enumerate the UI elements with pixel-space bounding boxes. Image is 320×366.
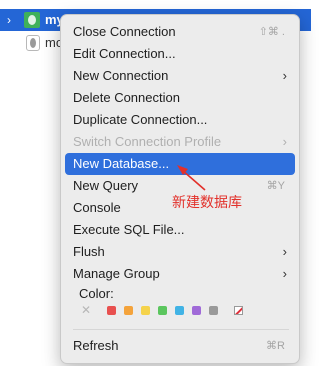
menu-item-switch-connection-profile: Switch Connection Profile › [65,131,295,153]
menu-item-label: New Query [73,178,139,193]
menu-item-label: New Database... [73,156,170,171]
menu-item-new-connection[interactable]: New Connection › [65,65,295,87]
submenu-arrow-icon: › [282,134,287,149]
color-swatch-green[interactable] [158,306,167,315]
context-menu: Close Connection ⇧⌘ . Edit Connection...… [60,14,300,364]
custom-color-icon[interactable] [234,306,243,315]
color-swatch-grey[interactable] [209,306,218,315]
submenu-arrow-icon: › [282,68,287,83]
menu-item-manage-group[interactable]: Manage Group › [65,263,295,285]
menu-item-label: Delete Connection [73,90,180,105]
color-swatch-yellow[interactable] [141,306,150,315]
menu-item-label: Edit Connection... [73,46,176,61]
menu-item-label: New Connection [73,68,169,83]
menu-item-delete-connection[interactable]: Delete Connection [65,87,295,109]
menu-item-duplicate-connection[interactable]: Duplicate Connection... [65,109,295,131]
menu-item-label: Manage Group [73,266,160,281]
shortcut-label: ⌘Y [266,180,285,192]
submenu-arrow-icon: › [282,266,287,281]
menu-separator [73,329,289,330]
color-swatch-purple[interactable] [192,306,201,315]
menu-item-close-connection[interactable]: Close Connection ⇧⌘ . [65,21,295,43]
shortcut-label: ⌘R [266,340,285,352]
menu-item-flush[interactable]: Flush › [65,241,295,263]
menu-item-label: Console [73,200,121,215]
menu-item-execute-sql-file[interactable]: Execute SQL File... [65,219,295,241]
menu-item-edit-connection[interactable]: Edit Connection... [65,43,295,65]
menu-item-new-database[interactable]: New Database... [65,153,295,175]
color-swatch-blue[interactable] [175,306,184,315]
mongodb-connection-icon [26,35,40,51]
mysql-connection-icon [24,12,40,28]
menu-item-label: Refresh [73,338,119,353]
annotation-text: 新建数据库 [172,194,242,210]
menu-item-label: Flush [73,244,105,259]
submenu-arrow-icon: › [282,244,287,259]
color-section-label: Color: [79,286,114,301]
color-swatch-orange[interactable] [124,306,133,315]
menu-item-refresh[interactable]: Refresh ⌘R [65,335,295,357]
menu-item-label: Close Connection [73,24,176,39]
color-swatch-red[interactable] [107,306,116,315]
menu-item-label: Switch Connection Profile [73,134,222,149]
no-color-icon[interactable]: ✕ [81,304,91,316]
menu-item-label: Duplicate Connection... [73,112,208,127]
chevron-right-icon[interactable]: › [7,13,17,27]
menu-item-label: Execute SQL File... [73,222,185,237]
shortcut-label: ⇧⌘ . [258,26,285,38]
